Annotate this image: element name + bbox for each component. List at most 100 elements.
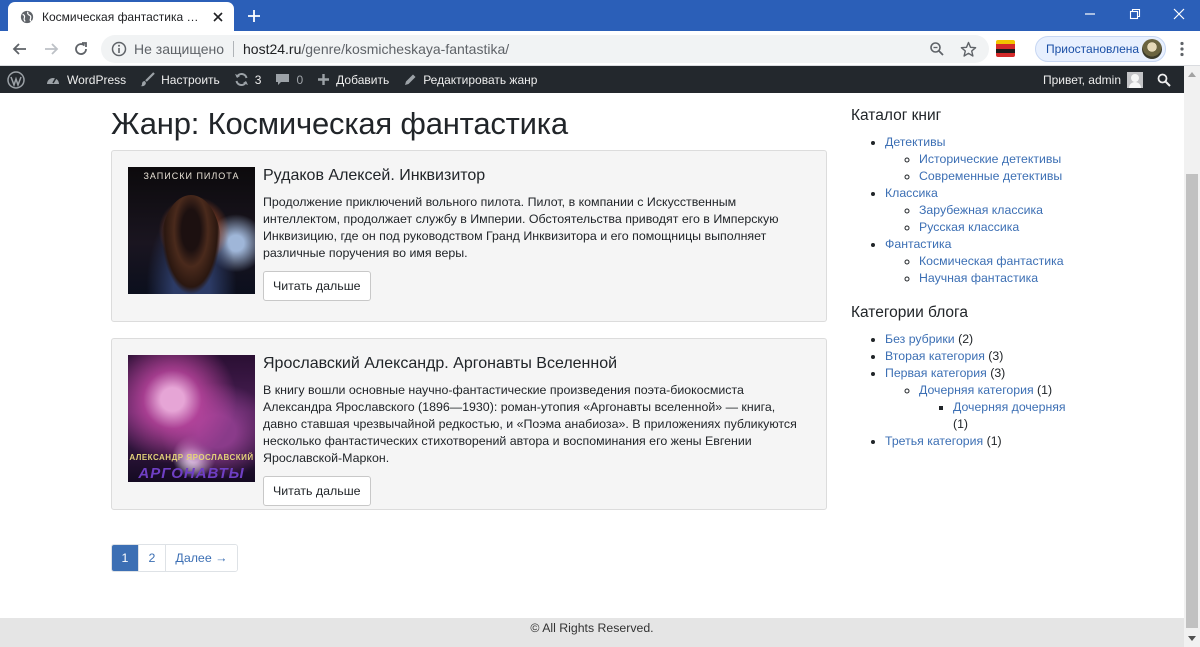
tab-title: Космическая фантастика — Wo bbox=[42, 9, 210, 24]
book-cover-image[interactable]: ЗАПИСКИ ПИЛОТА bbox=[128, 167, 255, 294]
catalog-item: Фантастика Космическая фантастика Научна… bbox=[885, 236, 1171, 287]
close-icon[interactable] bbox=[210, 9, 226, 25]
catalog-item: Космическая фантастика bbox=[919, 253, 1171, 270]
category-sublist: Дочерняя категория (1) Дочерняя дочерняя… bbox=[885, 382, 1171, 433]
arrow-right-icon bbox=[45, 43, 59, 55]
catalog-link-historical-detectives[interactable]: Исторические детективы bbox=[919, 152, 1061, 166]
profile-button[interactable]: Приостановлена bbox=[1035, 36, 1166, 62]
book-cover-image[interactable]: АЛЕКСАНДР ЯРОСЛАВСКИЙ АРГОНАВТЫ bbox=[128, 355, 255, 482]
category-link-child[interactable]: Дочерняя категория bbox=[919, 383, 1034, 397]
scrollbar-thumb[interactable] bbox=[1186, 174, 1198, 628]
catalog-link-science-fiction[interactable]: Научная фантастика bbox=[919, 271, 1038, 285]
wordpress-menu[interactable] bbox=[0, 66, 38, 93]
read-more-button[interactable]: Читать дальше bbox=[263, 271, 371, 301]
new-tab-button[interactable] bbox=[243, 5, 265, 27]
catalog-link-detectives[interactable]: Детективы bbox=[885, 135, 945, 149]
category-count: (1) bbox=[986, 434, 1002, 448]
scroll-down-arrow-icon[interactable] bbox=[1184, 630, 1200, 647]
window-close-button[interactable] bbox=[1157, 0, 1200, 28]
catalog-sublist: Космическая фантастика Научная фантастик… bbox=[885, 253, 1171, 287]
reload-button[interactable] bbox=[68, 36, 94, 62]
admin-search-button[interactable] bbox=[1150, 66, 1184, 93]
catalog-item: Русская классика bbox=[919, 219, 1171, 236]
catalog-list: Детективы Исторические детективы Совреме… bbox=[851, 134, 1171, 287]
category-item: Дочерняя категория (1) Дочерняя дочерняя… bbox=[919, 382, 1171, 433]
post-title[interactable]: Рудаков Алексей. Инквизитор bbox=[263, 165, 813, 187]
catalog-item: Современные детективы bbox=[919, 168, 1171, 185]
category-link-uncategorized[interactable]: Без рубрики bbox=[885, 332, 955, 346]
wp-admin-bar: WordPress Настроить 3 0 Добавить Редакти… bbox=[0, 66, 1184, 93]
category-item: Дочерняя дочерняя (1) bbox=[953, 399, 1171, 433]
restore-button[interactable] bbox=[1113, 0, 1157, 28]
restore-icon bbox=[1129, 8, 1141, 20]
forward-button[interactable] bbox=[38, 36, 64, 62]
browser-tab[interactable]: Космическая фантастика — Wo bbox=[8, 2, 234, 31]
catalog-link-modern-detectives[interactable]: Современные детективы bbox=[919, 169, 1062, 183]
page-2-button[interactable]: 2 bbox=[139, 545, 166, 571]
my-account-link[interactable]: Привет, admin bbox=[1036, 66, 1150, 93]
category-link-first[interactable]: Первая категория bbox=[885, 366, 987, 380]
sidebar: Каталог книг Детективы Исторические дете… bbox=[851, 106, 1171, 450]
catalog-link-fantasy[interactable]: Фантастика bbox=[885, 237, 951, 251]
cover-author-text: АЛЕКСАНДР ЯРОСЛАВСКИЙ bbox=[129, 453, 254, 462]
scroll-up-arrow-icon[interactable] bbox=[1184, 66, 1200, 83]
site-name-link[interactable]: WordPress bbox=[38, 66, 133, 93]
site-name: WordPress bbox=[67, 72, 127, 87]
cover-title-text: ЗАПИСКИ ПИЛОТА bbox=[143, 171, 240, 181]
page-title: Жанр: Космическая фантастика bbox=[111, 106, 568, 141]
page-scrollbar[interactable] bbox=[1184, 66, 1200, 647]
next-page-button[interactable]: Далее → bbox=[166, 545, 237, 571]
catalog-widget-title: Каталог книг bbox=[851, 107, 942, 124]
footer-copyright: © All Rights Reserved. bbox=[530, 621, 654, 635]
profile-status-label: Приостановлена bbox=[1046, 42, 1140, 56]
updates-count: 3 bbox=[254, 72, 262, 87]
category-item: Вторая категория (3) bbox=[885, 348, 1171, 365]
minimize-button[interactable] bbox=[1068, 0, 1112, 28]
comments-link[interactable]: 0 bbox=[268, 66, 310, 93]
back-button[interactable] bbox=[7, 36, 33, 62]
url-host: host24.ru bbox=[243, 41, 302, 57]
read-more-button[interactable]: Читать дальше bbox=[263, 476, 371, 506]
catalog-link-foreign-classics[interactable]: Зарубежная классика bbox=[919, 203, 1043, 217]
star-icon[interactable] bbox=[958, 39, 978, 59]
category-link-third[interactable]: Третья категория bbox=[885, 434, 983, 448]
plus-icon bbox=[248, 10, 260, 22]
customize-link[interactable]: Настроить bbox=[133, 66, 227, 93]
category-count: (2) bbox=[958, 332, 974, 346]
catalog-link-russian-classics[interactable]: Русская классика bbox=[919, 220, 1019, 234]
catalog-item: Детективы Исторические детективы Совреме… bbox=[885, 134, 1171, 185]
category-count: (3) bbox=[988, 349, 1004, 363]
updates-link[interactable]: 3 bbox=[227, 66, 269, 93]
reload-icon bbox=[75, 42, 87, 55]
add-new-link[interactable]: Добавить bbox=[310, 66, 396, 93]
url-path: /genre/kosmicheskaya-fantastika/ bbox=[301, 41, 510, 57]
categories-widget-title: Категории блога bbox=[851, 304, 968, 321]
catalog-link-space-fiction[interactable]: Космическая фантастика bbox=[919, 254, 1064, 268]
extension-icon[interactable] bbox=[996, 40, 1015, 57]
zoom-icon[interactable] bbox=[927, 39, 947, 59]
comment-icon bbox=[276, 74, 290, 85]
catalog-item: Научная фантастика bbox=[919, 270, 1171, 287]
edit-genre-label: Редактировать жанр bbox=[423, 72, 538, 87]
post-title[interactable]: Ярославский Александр. Аргонавты Вселенн… bbox=[263, 353, 813, 375]
category-link-grandchild[interactable]: Дочерняя дочерняя bbox=[953, 400, 1066, 414]
info-icon[interactable] bbox=[111, 41, 127, 57]
add-new-label: Добавить bbox=[336, 72, 390, 87]
post-excerpt: В книгу вошли основные научно-фантастиче… bbox=[263, 383, 797, 465]
category-link-second[interactable]: Вторая категория bbox=[885, 349, 985, 363]
address-bar[interactable]: Не защищено host24.ru /genre/kosmicheska… bbox=[101, 35, 989, 63]
catalog-link-classics[interactable]: Классика bbox=[885, 186, 938, 200]
edit-genre-link[interactable]: Редактировать жанр bbox=[396, 66, 544, 93]
catalog-item: Зарубежная классика bbox=[919, 202, 1171, 219]
greeting-label: Привет, admin bbox=[1042, 72, 1121, 87]
category-item: Без рубрики (2) bbox=[885, 331, 1171, 348]
categories-widget: Категории блога Без рубрики (2) Вторая к… bbox=[851, 303, 1171, 450]
omnibox-divider bbox=[233, 41, 234, 57]
security-label: Не защищено bbox=[134, 41, 224, 57]
admin-bar-right: Привет, admin bbox=[1036, 66, 1184, 93]
arrow-left-icon bbox=[12, 43, 26, 55]
kebab-menu-icon[interactable] bbox=[1172, 38, 1192, 60]
page-1-button[interactable]: 1 bbox=[112, 545, 139, 571]
globe-icon bbox=[20, 10, 34, 23]
catalog-sublist: Исторические детективы Современные детек… bbox=[885, 151, 1171, 185]
